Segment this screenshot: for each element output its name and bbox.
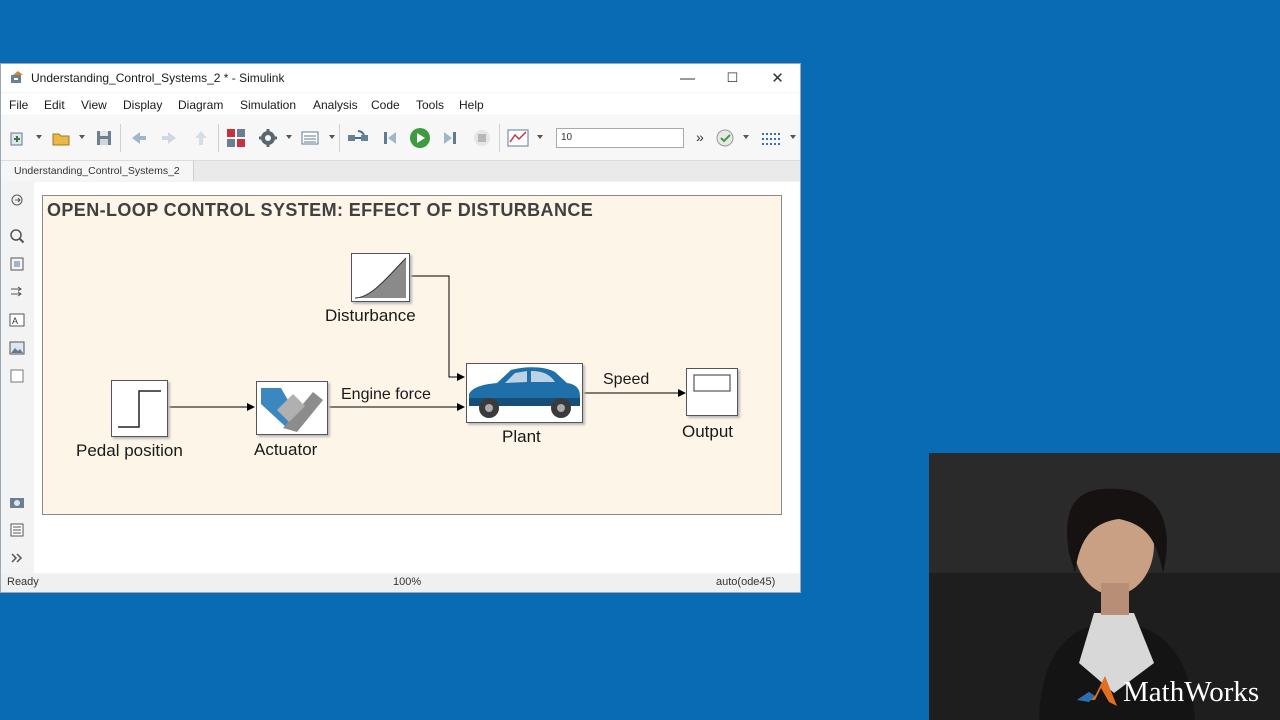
- new-model-icon[interactable]: [7, 127, 29, 149]
- pedal-position-label: Pedal position: [76, 441, 183, 460]
- menu-analysis[interactable]: Analysis: [313, 98, 358, 112]
- model-tab-bar: Understanding_Control_Systems_2: [1, 161, 800, 181]
- mathworks-logo-icon: [1077, 676, 1117, 706]
- model-advisor-check-icon[interactable]: [714, 127, 736, 149]
- toolbar-separator: [120, 124, 121, 152]
- explorer-dropdown-icon[interactable]: [329, 135, 335, 139]
- menu-bar: File Edit View Display Diagram Simulatio…: [1, 93, 800, 115]
- plant-label: Plant: [502, 427, 541, 446]
- screenshot-camera-icon[interactable]: [9, 494, 25, 510]
- menu-help[interactable]: Help: [459, 98, 484, 112]
- annotation-area: OPEN-LOOP CONTROL SYSTEM: EFFECT OF DIST…: [42, 195, 782, 515]
- update-model-icon[interactable]: [347, 127, 369, 149]
- menu-tools[interactable]: Tools: [416, 98, 444, 112]
- title-bar[interactable]: Understanding_Control_Systems_2 * - Simu…: [1, 64, 800, 92]
- inspector-dropdown-icon[interactable]: [537, 135, 543, 139]
- simulink-app-icon: [11, 71, 23, 83]
- manager-dropdown-icon[interactable]: [790, 135, 796, 139]
- save-icon[interactable]: [93, 127, 115, 149]
- settings-dropdown-icon[interactable]: [286, 135, 292, 139]
- stop-icon[interactable]: [471, 127, 493, 149]
- advisor-dropdown-icon[interactable]: [743, 135, 749, 139]
- actuator-icon: [261, 388, 323, 432]
- text-annotation-icon[interactable]: A: [9, 312, 25, 328]
- simulink-window: Understanding_Control_Systems_2 * - Simu…: [0, 63, 801, 593]
- status-text: Ready: [7, 576, 39, 588]
- fit-to-view-icon[interactable]: [9, 256, 25, 272]
- car-icon: [469, 367, 580, 418]
- actuator-label: Actuator: [254, 440, 318, 459]
- new-model-dropdown-icon[interactable]: [36, 135, 42, 139]
- arrow-annotation-icon[interactable]: [9, 284, 25, 300]
- open-dropdown-icon[interactable]: [79, 135, 85, 139]
- tab-model[interactable]: Understanding_Control_Systems_2: [1, 161, 194, 181]
- open-folder-icon[interactable]: [50, 127, 72, 149]
- tool-palette: A: [1, 182, 33, 575]
- menu-view[interactable]: View: [81, 98, 107, 112]
- disturbance-block[interactable]: [351, 253, 410, 302]
- maximize-button[interactable]: ☐: [710, 64, 755, 92]
- toolbar-separator: [499, 124, 500, 152]
- step-back-icon[interactable]: [379, 127, 401, 149]
- simulation-manager-icon[interactable]: [760, 127, 782, 149]
- disturbance-label: Disturbance: [325, 306, 416, 325]
- zoom-level: 100%: [393, 576, 422, 588]
- engine-force-signal-label: Engine force: [341, 386, 431, 403]
- menu-diagram[interactable]: Diagram: [178, 98, 223, 112]
- menu-file[interactable]: File: [9, 98, 28, 112]
- menu-display[interactable]: Display: [123, 98, 162, 112]
- signal-lines: [168, 275, 686, 411]
- back-arrow-icon[interactable]: [128, 127, 150, 149]
- hide-browser-icon[interactable]: [9, 192, 25, 208]
- data-inspector-icon[interactable]: [507, 127, 529, 149]
- speed-signal-label: Speed: [603, 371, 650, 388]
- step-signal-icon: [118, 390, 161, 428]
- minimize-button[interactable]: —: [665, 64, 710, 92]
- svg-text:A: A: [12, 316, 18, 326]
- zoom-icon[interactable]: [9, 228, 25, 244]
- up-arrow-icon[interactable]: [190, 127, 212, 149]
- toolbar: 10 »: [1, 116, 800, 266]
- ramp-curve-icon: [354, 257, 407, 299]
- output-label: Output: [682, 422, 734, 441]
- scope-icon: [693, 374, 731, 392]
- toolbar-overflow-button[interactable]: »: [696, 129, 704, 145]
- model-canvas[interactable]: OPEN-LOOP CONTROL SYSTEM: EFFECT OF DIST…: [34, 182, 800, 573]
- solver-status[interactable]: auto(ode45): [716, 576, 775, 588]
- expand-palette-icon[interactable]: [9, 550, 25, 566]
- menu-simulation[interactable]: Simulation: [240, 98, 296, 112]
- status-bar: Ready 100% auto(ode45): [1, 574, 800, 592]
- menu-code[interactable]: Code: [371, 98, 400, 112]
- stop-time-input[interactable]: 10: [556, 128, 684, 148]
- output-scope-block[interactable]: [686, 368, 738, 416]
- forward-arrow-icon[interactable]: [158, 127, 180, 149]
- library-browser-icon[interactable]: [225, 127, 247, 149]
- mathworks-watermark: MathWorks: [1123, 676, 1260, 708]
- actuator-block[interactable]: [256, 381, 328, 435]
- image-annotation-icon[interactable]: [9, 340, 25, 356]
- model-explorer-icon[interactable]: [299, 127, 321, 149]
- step-forward-icon[interactable]: [439, 127, 461, 149]
- pedal-position-block[interactable]: [111, 380, 168, 437]
- run-icon[interactable]: [409, 127, 431, 149]
- menu-edit[interactable]: Edit: [44, 98, 65, 112]
- model-settings-gear-icon[interactable]: [257, 127, 279, 149]
- close-button[interactable]: ✕: [755, 64, 800, 92]
- model-browser-icon[interactable]: [9, 522, 25, 538]
- toolbar-separator: [339, 124, 340, 152]
- window-title: Understanding_Control_Systems_2 * - Simu…: [31, 71, 285, 85]
- toolbar-separator: [218, 124, 219, 152]
- plant-block[interactable]: [466, 363, 583, 423]
- area-annotation-icon[interactable]: [9, 368, 25, 384]
